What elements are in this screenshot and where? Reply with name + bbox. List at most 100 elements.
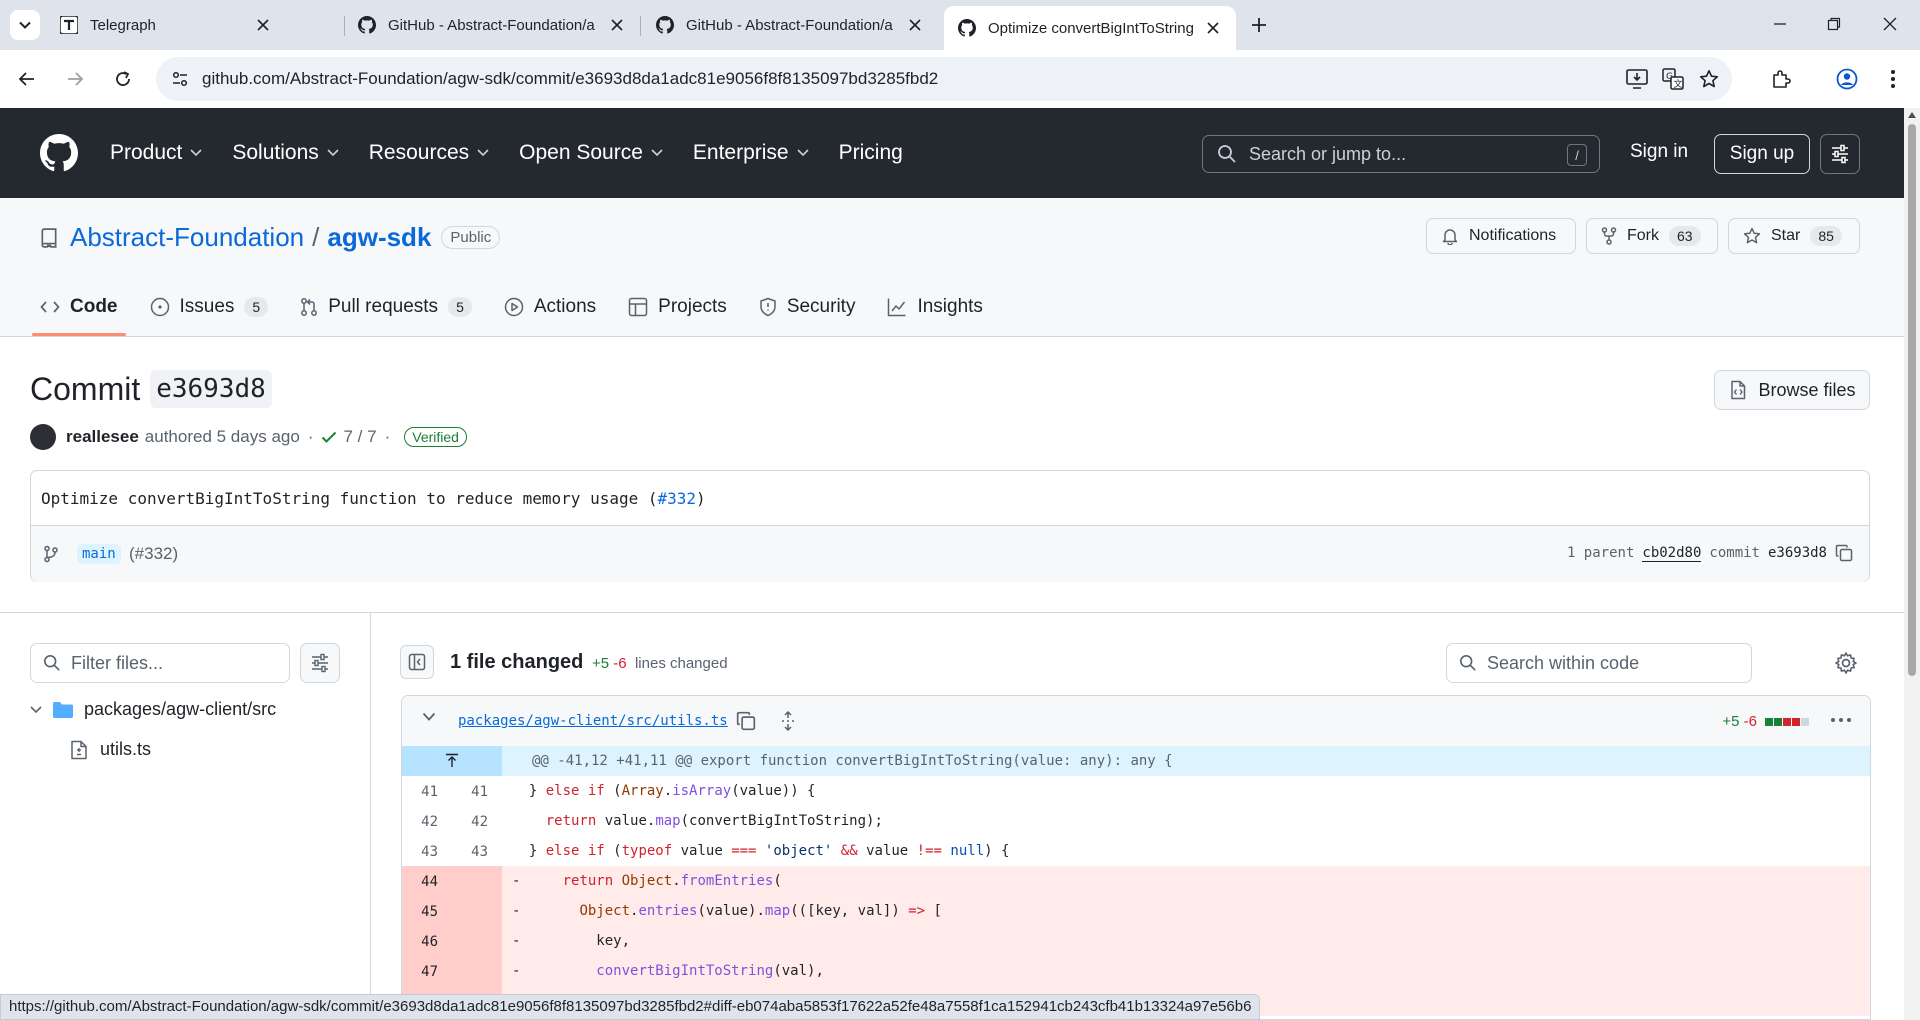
nav-label: Product — [110, 141, 183, 164]
github-logo-icon[interactable] — [40, 134, 78, 172]
tab-close-icon[interactable] — [608, 16, 626, 34]
branch-link[interactable]: main — [77, 544, 121, 564]
browser-tab-github-2[interactable]: GitHub - Abstract-Foundation/a — [642, 6, 938, 44]
repo-owner-link[interactable]: Abstract-Foundation — [70, 222, 304, 253]
address-bar[interactable]: github.com/Abstract-Foundation/agw-sdk/c… — [156, 57, 1732, 101]
tab-close-icon[interactable] — [254, 16, 272, 34]
tab-code[interactable]: Code — [32, 280, 125, 336]
back-button[interactable] — [12, 64, 42, 94]
filter-files-input[interactable]: Filter files... — [30, 643, 290, 683]
account-circle-icon — [1836, 68, 1858, 90]
nav-resources[interactable]: Resources — [369, 141, 489, 165]
repo-path-separator: / — [312, 222, 320, 252]
tree-file-item[interactable]: utils.ts — [70, 739, 151, 760]
browse-files-button[interactable]: Browse files — [1714, 370, 1870, 410]
old-line-number[interactable]: 46 — [408, 934, 438, 950]
install-app-icon[interactable] — [1624, 66, 1650, 92]
restore-icon — [1827, 17, 1841, 31]
site-info-icon[interactable] — [166, 65, 194, 93]
verified-badge[interactable]: Verified — [404, 427, 467, 447]
nav-solutions[interactable]: Solutions — [232, 141, 339, 165]
close-window-button[interactable] — [1870, 8, 1910, 40]
nav-enterprise[interactable]: Enterprise — [693, 141, 809, 165]
star-button[interactable]: Star 85 — [1728, 218, 1860, 254]
copy-icon[interactable] — [1835, 544, 1853, 562]
link-status-bar: https://github.com/Abstract-Foundation/a… — [0, 994, 1261, 1020]
browser-menu-button[interactable] — [1878, 64, 1908, 94]
tab-insights[interactable]: Insights — [887, 280, 983, 334]
nav-open-source[interactable]: Open Source — [519, 141, 663, 165]
commit-message-box: Optimize convertBigIntToString function … — [30, 470, 1870, 582]
search-icon — [1459, 654, 1476, 671]
url-text[interactable]: github.com/Abstract-Foundation/agw-sdk/c… — [202, 69, 938, 89]
old-line-number[interactable]: 41 — [408, 784, 438, 800]
minimize-button[interactable] — [1760, 8, 1800, 40]
new-line-number[interactable]: 41 — [458, 784, 488, 800]
avatar[interactable] — [30, 424, 56, 450]
restore-button[interactable] — [1814, 8, 1854, 40]
toggle-file-tree-button[interactable] — [400, 645, 434, 679]
scrollbar-thumb[interactable] — [1908, 124, 1916, 676]
extensions-button[interactable] — [1766, 64, 1796, 94]
sign-up-button[interactable]: Sign up — [1714, 134, 1810, 174]
sliders-icon — [1832, 144, 1848, 164]
tree-folder-item[interactable]: packages/agw-client/src — [30, 699, 276, 720]
chevron-down-icon[interactable] — [422, 712, 436, 722]
notifications-button[interactable]: Notifications — [1426, 218, 1576, 254]
browser-tab-telegraph[interactable]: Telegraph — [46, 6, 286, 44]
pr-link[interactable]: #332 — [658, 489, 697, 508]
tab-close-icon[interactable] — [906, 16, 924, 34]
filter-options-button[interactable] — [300, 643, 340, 683]
search-placeholder: Search or jump to... — [1249, 143, 1407, 164]
commit-author-link[interactable]: reallesee — [66, 427, 139, 447]
reload-button[interactable] — [108, 64, 138, 94]
old-line-number[interactable]: 43 — [408, 844, 438, 860]
scroll-up-arrow-icon[interactable] — [1908, 112, 1916, 118]
expand-up-button[interactable] — [402, 746, 502, 776]
browser-tab-active[interactable]: Optimize convertBigIntToString — [944, 6, 1236, 50]
tab-pull-requests[interactable]: Pull requests 5 — [300, 280, 472, 334]
sign-in-link[interactable]: Sign in — [1630, 141, 1688, 163]
pull-requests-count: 5 — [448, 297, 472, 317]
github-search-input[interactable]: Search or jump to... / — [1202, 135, 1600, 173]
profile-button[interactable] — [1832, 64, 1862, 94]
pr-reference: (#332) — [129, 544, 179, 563]
github-favicon-icon — [958, 19, 976, 37]
nav-product[interactable]: Product — [110, 141, 202, 165]
fork-button[interactable]: Fork 63 — [1586, 218, 1718, 254]
browser-tab-github-1[interactable]: GitHub - Abstract-Foundation/a — [344, 6, 640, 44]
tab-actions[interactable]: Actions — [504, 280, 596, 334]
gear-icon[interactable] — [1834, 651, 1858, 675]
parent-sha-link[interactable]: cb02d80 — [1642, 545, 1702, 562]
tab-close-icon[interactable] — [1204, 19, 1222, 37]
tab-security[interactable]: Security — [759, 280, 855, 334]
search-within-code-input[interactable]: Search within code — [1446, 643, 1752, 683]
diff-line: 43 43 } else if (typeof value === 'objec… — [402, 836, 1870, 866]
old-line-number[interactable]: 44 — [408, 874, 438, 890]
new-line-number[interactable]: 42 — [458, 814, 488, 830]
old-line-number[interactable]: 45 — [408, 904, 438, 920]
tab-issues[interactable]: Issues 5 — [150, 280, 269, 334]
kebab-horizontal-icon[interactable] — [1830, 710, 1852, 730]
tab-search-button[interactable] — [10, 10, 40, 40]
new-line-number[interactable]: 43 — [458, 844, 488, 860]
issues-count: 5 — [244, 297, 269, 317]
copy-icon[interactable] — [736, 711, 756, 731]
translate-icon[interactable]: G文 — [1660, 66, 1686, 92]
old-line-number[interactable]: 47 — [408, 964, 438, 980]
page-scrollbar[interactable] — [1904, 108, 1920, 1020]
search-shortcut-key: / — [1567, 144, 1587, 166]
tab-projects[interactable]: Projects — [628, 280, 727, 334]
nav-pricing[interactable]: Pricing — [839, 141, 903, 165]
repo-name-link[interactable]: agw-sdk — [327, 222, 431, 253]
unfold-icon[interactable] — [778, 711, 798, 731]
forward-button[interactable] — [60, 64, 90, 94]
file-path-link[interactable]: packages/agw-client/src/utils.ts — [458, 713, 728, 729]
old-line-number[interactable]: 42 — [408, 814, 438, 830]
header-settings-button[interactable] — [1820, 134, 1860, 174]
commit-title-prefix: Commit — [30, 370, 141, 407]
new-tab-button[interactable] — [1244, 10, 1274, 40]
shield-icon — [760, 297, 776, 317]
checks-status[interactable]: 7 / 7 — [343, 427, 376, 447]
bookmark-star-icon[interactable] — [1696, 66, 1722, 92]
